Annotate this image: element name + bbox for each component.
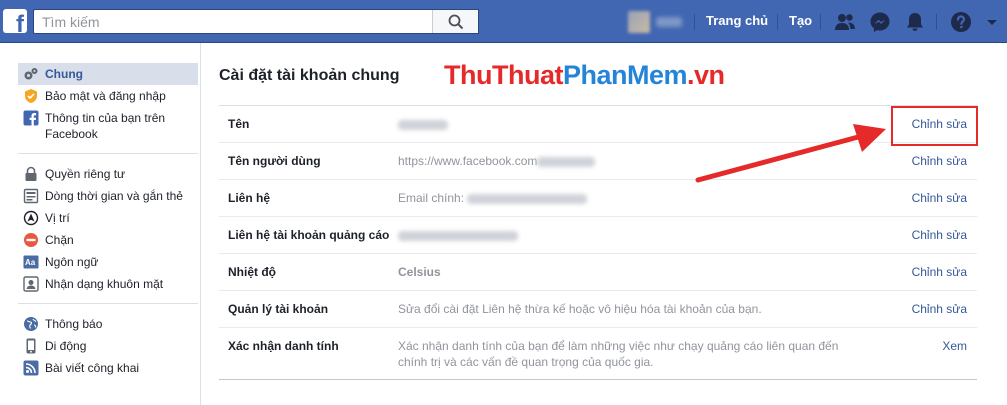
svg-text:Aa: Aa bbox=[25, 258, 36, 267]
block-icon bbox=[23, 232, 39, 248]
divider bbox=[694, 14, 695, 30]
row-label: Nhiệt độ bbox=[228, 265, 276, 279]
profile-name-blurred bbox=[656, 17, 682, 27]
row-label: Liên hệ tài khoản quảng cáo bbox=[228, 228, 390, 242]
profile-link[interactable] bbox=[628, 10, 686, 34]
edit-contact-link[interactable]: Chỉnh sửa bbox=[912, 191, 967, 205]
avatar bbox=[628, 11, 650, 33]
globe-icon bbox=[23, 316, 39, 332]
facebook-icon bbox=[23, 110, 39, 126]
row-value bbox=[398, 117, 448, 131]
top-bar: f Trang chủ Tạo bbox=[0, 0, 1007, 43]
sidebar-item-security[interactable]: Bảo mật và đăng nhập bbox=[18, 85, 198, 107]
facebook-logo[interactable]: f bbox=[3, 9, 27, 33]
sidebar-item-privacy[interactable]: Quyền riêng tư bbox=[18, 163, 198, 185]
row-label: Quản lý tài khoản bbox=[228, 302, 329, 316]
sidebar-item-timeline[interactable]: Dòng thời gian và gắn thẻ bbox=[18, 185, 198, 207]
search-input[interactable] bbox=[34, 10, 429, 33]
home-link[interactable]: Trang chủ bbox=[706, 13, 768, 28]
settings-row-ad-contact: Liên hệ tài khoản quảng cáo Chỉnh sửa bbox=[219, 217, 977, 254]
sidebar-item-notifications[interactable]: Thông báo bbox=[18, 313, 198, 335]
settings-row-manage-account: Quản lý tài khoản Sửa đổi cài đặt Liên h… bbox=[219, 291, 977, 328]
divider bbox=[936, 14, 937, 30]
language-icon: Aa bbox=[23, 254, 39, 270]
row-label: Tên người dùng bbox=[228, 154, 321, 168]
location-icon bbox=[23, 210, 39, 226]
row-label: Liên hệ bbox=[228, 191, 271, 205]
divider bbox=[820, 14, 821, 30]
edit-ad-contact-link[interactable]: Chỉnh sửa bbox=[912, 228, 967, 242]
chevron-down-icon[interactable] bbox=[985, 11, 999, 33]
messenger-icon[interactable] bbox=[869, 11, 891, 33]
row-value: Sửa đổi cài đặt Liên hệ thừa kế hoặc vô … bbox=[398, 302, 762, 316]
timeline-icon bbox=[23, 188, 39, 204]
gear-icon bbox=[23, 66, 39, 82]
watermark: ThuThuatPhanMem.vn bbox=[444, 60, 725, 90]
search-box bbox=[33, 9, 479, 34]
sidebar-border bbox=[200, 43, 201, 405]
rss-icon bbox=[23, 360, 39, 376]
row-value: Celsius bbox=[398, 265, 441, 279]
row-value: Xác nhận danh tính của bạn để làm những … bbox=[398, 339, 839, 369]
row-value bbox=[398, 228, 518, 242]
sidebar-divider bbox=[18, 303, 198, 304]
view-identity-link[interactable]: Xem bbox=[942, 339, 967, 353]
annotation-arrow bbox=[695, 124, 886, 183]
row-value: Email chính: bbox=[398, 191, 588, 205]
sidebar-divider bbox=[18, 153, 198, 154]
page-title: Cài đặt tài khoản chung bbox=[219, 67, 400, 84]
sidebar-item-face-recognition[interactable]: Nhận dạng khuôn mặt bbox=[18, 273, 198, 295]
sidebar-item-general[interactable]: Chung bbox=[18, 63, 198, 85]
sidebar-item-mobile[interactable]: Di động bbox=[18, 335, 198, 357]
settings-row-identity: Xác nhận danh tính Xác nhận danh tính củ… bbox=[219, 328, 977, 380]
redacted-value bbox=[398, 119, 448, 130]
sidebar-item-blocking[interactable]: Chặn bbox=[18, 229, 198, 251]
mobile-icon bbox=[23, 338, 39, 354]
sidebar-item-your-info[interactable]: Thông tin của bạn trên Facebook bbox=[18, 107, 198, 145]
row-label: Xác nhận danh tính bbox=[228, 339, 339, 353]
redacted-value bbox=[398, 230, 518, 241]
edit-username-link[interactable]: Chỉnh sửa bbox=[912, 154, 967, 168]
badge-icon bbox=[23, 88, 39, 104]
face-icon bbox=[23, 276, 39, 292]
highlight-box bbox=[891, 106, 978, 146]
friends-icon[interactable] bbox=[834, 11, 856, 33]
sidebar-item-public-posts[interactable]: Bài viết công khai bbox=[18, 357, 198, 379]
edit-temperature-link[interactable]: Chỉnh sửa bbox=[912, 265, 967, 279]
lock-icon bbox=[23, 166, 39, 182]
notifications-icon[interactable] bbox=[904, 11, 926, 33]
row-label: Tên bbox=[228, 117, 250, 131]
search-button[interactable] bbox=[432, 10, 478, 33]
edit-manage-account-link[interactable]: Chỉnh sửa bbox=[912, 302, 967, 316]
settings-row-temperature: Nhiệt độ Celsius Chỉnh sửa bbox=[219, 254, 977, 291]
redacted-value bbox=[537, 156, 596, 167]
redacted-value bbox=[467, 193, 588, 204]
create-link[interactable]: Tạo bbox=[789, 13, 812, 28]
row-value: https://www.facebook.com bbox=[398, 154, 596, 168]
search-icon bbox=[448, 14, 463, 29]
help-icon[interactable] bbox=[950, 11, 972, 33]
sidebar-item-location[interactable]: Vị trí bbox=[18, 207, 198, 229]
sidebar-item-language[interactable]: Aa Ngôn ngữ bbox=[18, 251, 198, 273]
divider bbox=[777, 14, 778, 30]
settings-sidebar: Chung Bảo mật và đăng nhập Thông tin của… bbox=[18, 63, 198, 379]
